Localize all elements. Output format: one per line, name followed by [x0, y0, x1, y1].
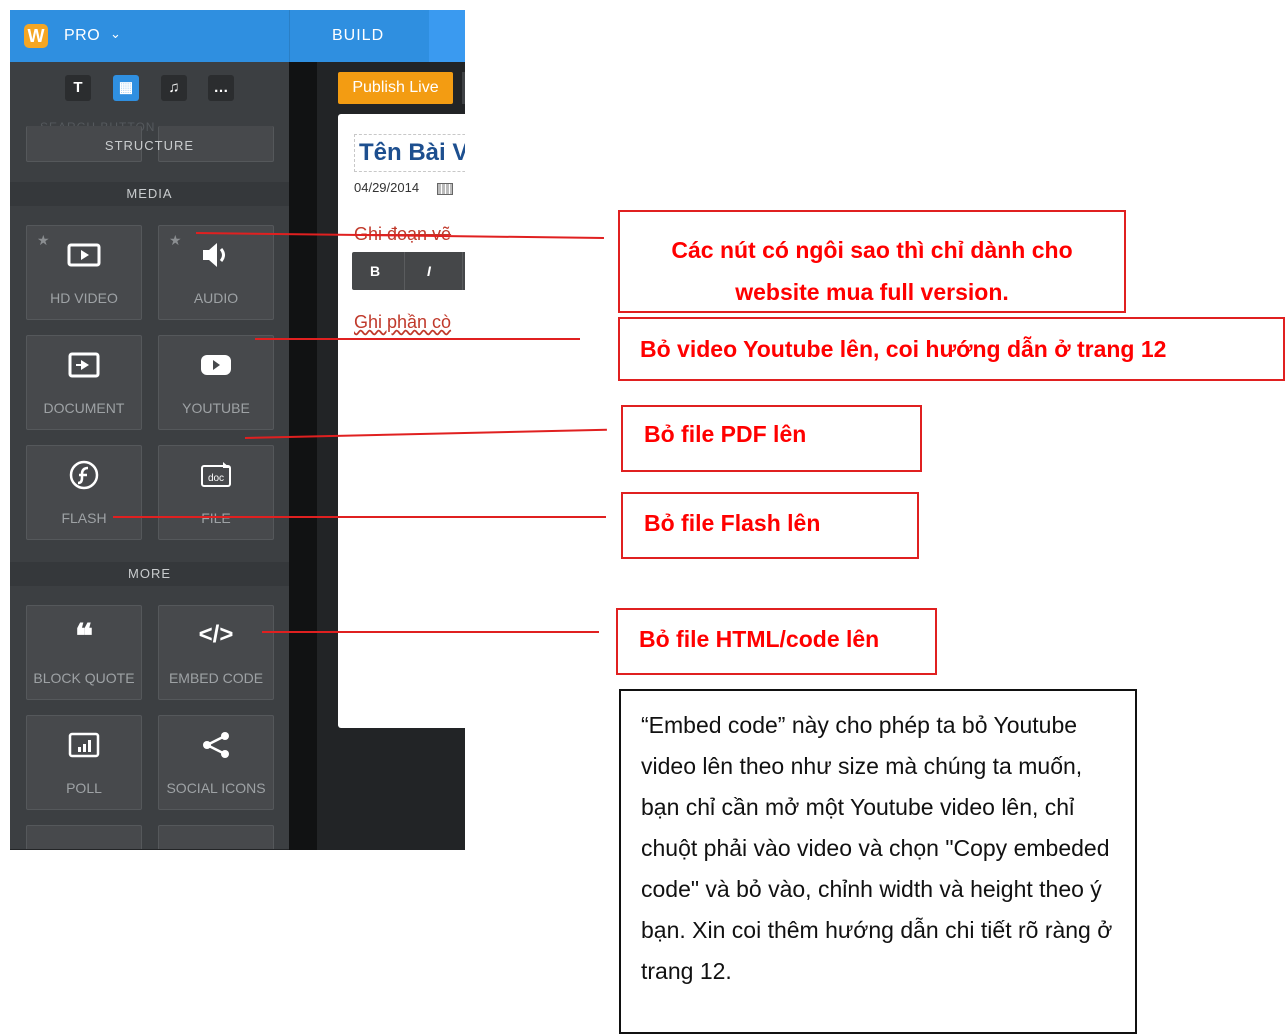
publish-live-button[interactable]: Publish Live — [338, 72, 453, 104]
quote-icon: ❝ — [74, 618, 94, 656]
text-category-icon[interactable]: T — [65, 75, 91, 101]
starred-note-line: Các nút có ngôi sao thì chỉ dành cho — [671, 237, 1073, 263]
tab-build[interactable]: BUILD — [289, 10, 430, 62]
document-icon — [27, 350, 141, 380]
youtube-icon — [159, 350, 273, 380]
more-category-icon[interactable]: … — [208, 75, 234, 101]
structure-header: STRUCTURE — [104, 138, 195, 153]
flash-note-text: Bỏ file Flash lên — [644, 510, 821, 536]
hd-video-tile[interactable]: ★ HD VIDEO — [26, 225, 142, 320]
elements-sidebar: T ▦ ♫ … SEARCH BUTTON STRUCTURE MEDIA ★ … — [10, 62, 289, 850]
tile-label: BLOCK QUOTE — [33, 670, 135, 686]
toolbar-divider — [462, 252, 463, 290]
youtube-tile[interactable]: YOUTUBE — [158, 335, 274, 430]
tab-build-label: BUILD — [332, 27, 385, 44]
top-bar: W PRO ⌄ BUILD — [10, 10, 465, 62]
code-icon: </> — [198, 621, 234, 648]
tile-label: POLL — [66, 780, 102, 796]
tile-label: AUDIO — [193, 290, 239, 306]
plan-menu-label[interactable]: PRO — [64, 27, 100, 45]
tile-label: FLASH — [61, 510, 107, 526]
share-icon — [159, 730, 273, 760]
element-category-tabs: T ▦ ♫ … — [10, 62, 289, 122]
media-header: MEDIA — [10, 182, 289, 206]
structure-category-icon[interactable]: ▦ — [113, 75, 139, 101]
html-note-box: Bỏ file HTML/code lên — [616, 608, 937, 675]
partial-tile[interactable] — [158, 825, 274, 850]
flash-icon — [27, 460, 141, 490]
tab-next[interactable] — [429, 10, 465, 62]
sidebar-bottom-edge — [10, 849, 289, 850]
embed-explanation-text: “Embed code” này cho phép ta bỏ Youtube … — [641, 712, 1113, 984]
callout-line-youtube — [255, 338, 580, 340]
poll-icon — [27, 730, 141, 760]
post-title[interactable]: Tên Bài V — [354, 134, 465, 172]
flash-tile[interactable]: FLASH — [26, 445, 142, 540]
social-icons-tile[interactable]: SOCIAL ICONS — [158, 715, 274, 810]
html-note-text: Bỏ file HTML/code lên — [639, 626, 880, 652]
speaker-icon — [159, 240, 273, 270]
youtube-note-text: Bỏ video Youtube lên, coi hướng dẫn ở tr… — [640, 336, 1167, 362]
post-body-text[interactable]: Ghi phần cò — [354, 312, 451, 333]
tile-label: HD VIDEO — [50, 290, 118, 306]
partial-tile[interactable] — [26, 825, 142, 850]
next-toolbar-button[interactable] — [462, 72, 465, 104]
editor-screenshot: W PRO ⌄ BUILD T ▦ ♫ … SEARCH BUTTON STRU… — [10, 10, 465, 850]
callout-line-flash — [113, 516, 606, 518]
media-category-icon[interactable]: ♫ — [161, 75, 187, 101]
canvas-gutter — [289, 62, 317, 850]
tile-label: DOCUMENT — [43, 400, 125, 416]
text-format-toolbar: B I — [352, 252, 465, 290]
toolbar-divider — [404, 252, 405, 290]
block-quote-tile[interactable]: ❝ BLOCK QUOTE — [26, 605, 142, 700]
flash-note-box: Bỏ file Flash lên — [621, 492, 919, 559]
page-preview: Tên Bài V 04/29/2014 Ghi đoạn vẽ B I Ghi… — [338, 114, 465, 728]
file-tile[interactable]: doc FILE — [158, 445, 274, 540]
italic-button[interactable]: I — [427, 263, 431, 279]
chevron-down-icon[interactable]: ⌄ — [110, 26, 121, 42]
embed-code-tile[interactable]: </> EMBED CODE — [158, 605, 274, 700]
bold-button[interactable]: B — [370, 263, 380, 279]
pdf-note-box: Bỏ file PDF lên — [621, 405, 922, 472]
document-tile[interactable]: DOCUMENT — [26, 335, 142, 430]
more-header: MORE — [10, 562, 289, 586]
tile-label: SOCIAL ICONS — [166, 780, 266, 796]
poll-tile[interactable]: POLL — [26, 715, 142, 810]
weebly-logo[interactable]: W — [24, 24, 48, 48]
tile-label: FILE — [201, 510, 231, 526]
starred-note-line: website mua full version. — [735, 279, 1009, 305]
video-icon — [27, 240, 141, 270]
tile-label: YOUTUBE — [182, 400, 250, 416]
calendar-icon[interactable] — [437, 183, 453, 195]
file-doc-icon: doc — [159, 460, 273, 490]
audio-tile[interactable]: ★ AUDIO — [158, 225, 274, 320]
starred-note-box: Các nút có ngôi sao thì chỉ dành cho web… — [618, 210, 1126, 313]
svg-text:doc: doc — [208, 473, 224, 484]
post-date[interactable]: 04/29/2014 — [354, 180, 419, 195]
embed-code-explanation: “Embed code” này cho phép ta bỏ Youtube … — [619, 689, 1137, 1034]
youtube-note-box: Bỏ video Youtube lên, coi hướng dẫn ở tr… — [618, 317, 1285, 381]
tile-label: EMBED CODE — [168, 670, 264, 686]
pdf-note-text: Bỏ file PDF lên — [644, 421, 807, 447]
callout-line-html — [262, 631, 599, 633]
